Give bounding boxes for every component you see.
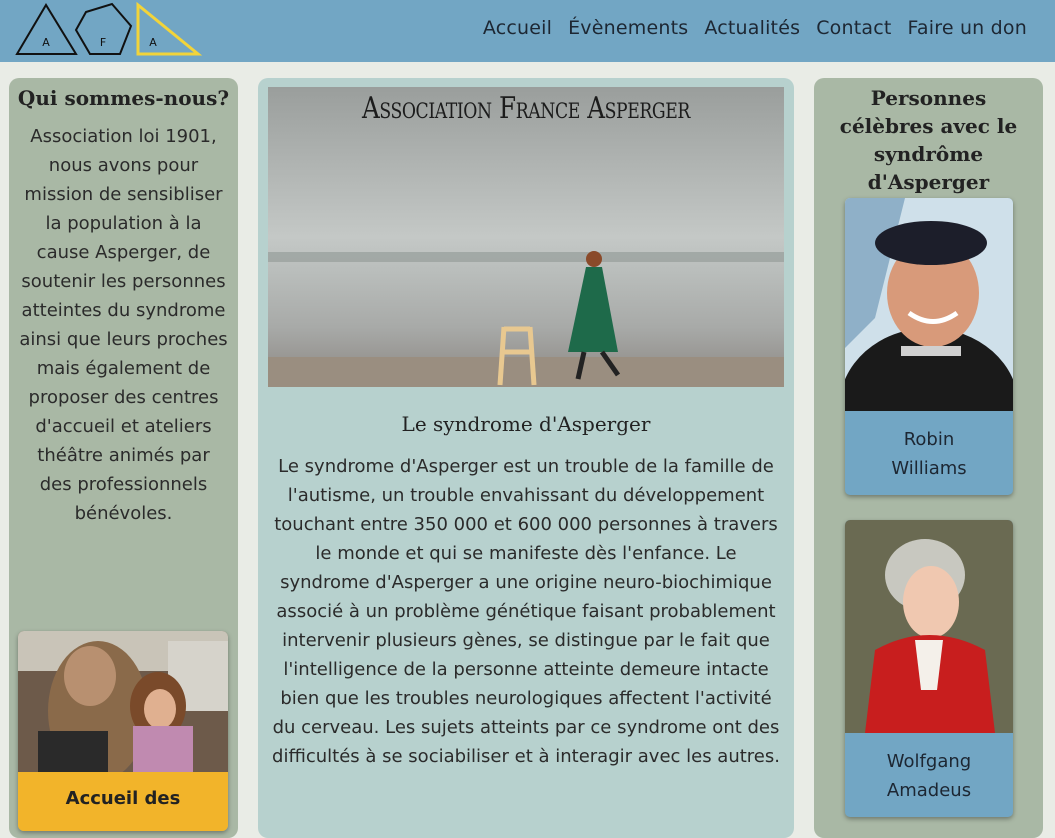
nav-faire-un-don[interactable]: Faire un don (900, 14, 1035, 42)
accueil-card[interactable]: Accueil des (18, 631, 228, 831)
afa-logo[interactable]: A F A (14, 2, 204, 58)
nav-accueil[interactable]: Accueil (475, 14, 560, 42)
accueil-caption: Accueil des (18, 772, 228, 831)
logo-letter-a2: A (149, 36, 157, 49)
main-nav: Accueil Évènements Actualités Contact Fa… (475, 14, 1035, 42)
syndrome-title: Le syndrome d'Asperger (401, 412, 651, 436)
site-header: A F A Accueil Évènements Actualités Cont… (0, 0, 1055, 62)
famous-title: Personnes célèbres avec le syndrôme d'As… (839, 86, 1018, 194)
hero-title: Association France Asperger (362, 91, 690, 126)
mozart-portrait (845, 520, 1013, 733)
person-card-robin-williams[interactable]: Robin Williams (845, 198, 1013, 495)
mother-child-photo (18, 631, 228, 772)
person-name-robin: Robin Williams (891, 429, 967, 479)
nav-actualites[interactable]: Actualités (696, 14, 808, 42)
hero-banner: Association France Asperger (268, 87, 784, 387)
person-card-mozart[interactable]: Wolfgang Amadeus (845, 520, 1013, 817)
robin-williams-portrait (845, 198, 1013, 411)
beach-photo (268, 87, 784, 387)
logo-letter-f: F (100, 36, 106, 49)
about-text: Association loi 1901, nous avons pour mi… (19, 126, 228, 524)
nav-contact[interactable]: Contact (808, 14, 899, 42)
about-title: Qui sommes-nous? (17, 86, 230, 110)
person-name-mozart: Wolfgang Amadeus (886, 751, 972, 801)
famous-panel: Personnes célèbres avec le syndrôme d'As… (814, 78, 1043, 838)
about-panel: Qui sommes-nous? Association loi 1901, n… (9, 78, 238, 838)
logo-letter-a1: A (42, 36, 50, 49)
main-panel: Association France Asperger Le syndrome … (258, 78, 794, 838)
nav-evenements[interactable]: Évènements (560, 14, 696, 42)
syndrome-text: Le syndrome d'Asperger est un trouble de… (272, 456, 780, 767)
